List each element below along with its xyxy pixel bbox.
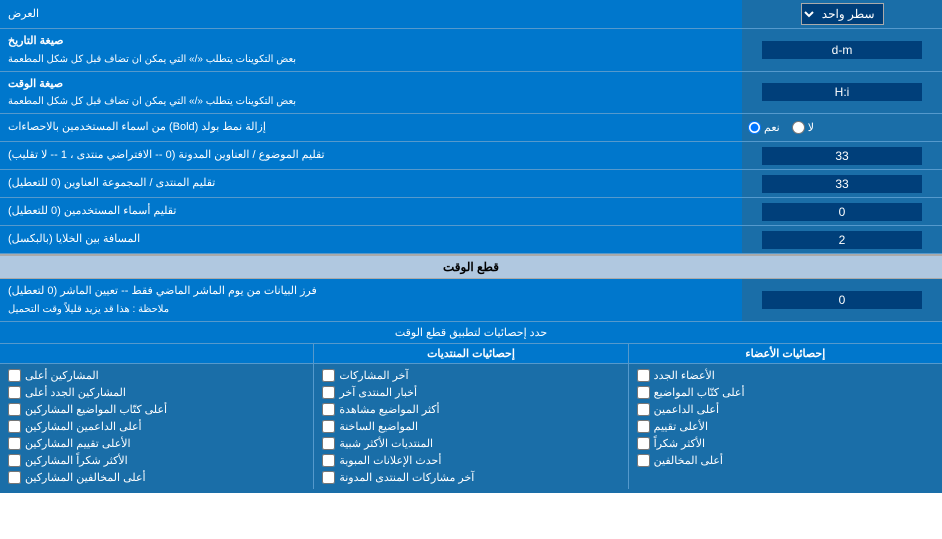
- cb-members-5[interactable]: الأكثر شكراً: [637, 435, 934, 452]
- radio-no[interactable]: [792, 121, 805, 134]
- cb-third-3[interactable]: أعلى كتّاب المواضيع المشاركين: [8, 401, 305, 418]
- cb-third-1[interactable]: المشاركين أعلى: [8, 367, 305, 384]
- cb-forums-1-input[interactable]: [322, 369, 335, 382]
- radio-yes-label[interactable]: نعم: [748, 121, 780, 134]
- cb-forums-5-input[interactable]: [322, 437, 335, 450]
- subject-trim-label: تقليم الموضوع / العناوين المدونة (0 -- ا…: [0, 142, 742, 169]
- cb-members-2[interactable]: أعلى كتّاب المواضيع: [637, 384, 934, 401]
- cb-third-3-input[interactable]: [8, 403, 21, 416]
- members-col: الأعضاء الجدد أعلى كتّاب المواضيع أعلى ا…: [628, 364, 942, 489]
- username-trim-label: تقليم أسماء المستخدمين (0 للتعطيل): [0, 198, 742, 225]
- forum-trim-input[interactable]: [762, 175, 922, 193]
- header-third: [0, 344, 313, 363]
- cb-members-3-input[interactable]: [637, 403, 650, 416]
- cb-forums-2-input[interactable]: [322, 386, 335, 399]
- cb-members-3[interactable]: أعلى الداعمين: [637, 401, 934, 418]
- forum-trim-label: تقليم المنتدى / المجموعة العناوين (0 للت…: [0, 170, 742, 197]
- cb-third-5-input[interactable]: [8, 437, 21, 450]
- time-format-input[interactable]: [762, 83, 922, 101]
- cell-distance-input[interactable]: [762, 231, 922, 249]
- cb-forums-4-input[interactable]: [322, 420, 335, 433]
- subject-trim-input[interactable]: [762, 147, 922, 165]
- header-forums: إحصائيات المنتديات: [313, 344, 627, 363]
- cb-third-2-input[interactable]: [8, 386, 21, 399]
- cell-distance-label: المسافة بين الخلايا (بالبكسل): [0, 226, 742, 253]
- cb-members-1-input[interactable]: [637, 369, 650, 382]
- section-cutoff-header: قطع الوقت: [0, 254, 942, 279]
- cb-members-6[interactable]: أعلى المخالفين: [637, 452, 934, 469]
- cb-third-4[interactable]: أعلى الداعمين المشاركين: [8, 418, 305, 435]
- cb-third-5[interactable]: الأعلى تقييم المشاركين: [8, 435, 305, 452]
- cb-third-1-input[interactable]: [8, 369, 21, 382]
- cb-forums-2[interactable]: أخبار المنتدى آخر: [322, 384, 619, 401]
- cb-forums-3-input[interactable]: [322, 403, 335, 416]
- cb-forums-6[interactable]: أحدث الإعلانات المبوبة: [322, 452, 619, 469]
- cb-members-4[interactable]: الأعلى تقييم: [637, 418, 934, 435]
- cutoff-input[interactable]: [762, 291, 922, 309]
- cutoff-label: فرز البيانات من يوم الماشر الماضي فقط --…: [0, 279, 742, 321]
- cb-third-2[interactable]: المشاركين الجدد أعلى: [8, 384, 305, 401]
- cb-members-1[interactable]: الأعضاء الجدد: [637, 367, 934, 384]
- header-members: إحصائيات الأعضاء: [628, 344, 942, 363]
- bold-label: إزالة نمط بولد (Bold) من اسماء المستخدمي…: [0, 114, 742, 141]
- date-format-input[interactable]: [762, 41, 922, 59]
- time-format-label: صيغة الوقت بعض التكوينات يتطلب «/» التي …: [0, 72, 742, 114]
- cb-third-6-input[interactable]: [8, 454, 21, 467]
- cb-members-2-input[interactable]: [637, 386, 650, 399]
- erz-label: العرض: [0, 0, 742, 28]
- forums-col: آخر المشاركات أخبار المنتدى آخر أكثر الم…: [313, 364, 627, 489]
- cb-members-4-input[interactable]: [637, 420, 650, 433]
- cb-forums-7[interactable]: آخر مشاركات المنتدى المدونة: [322, 469, 619, 486]
- cb-forums-6-input[interactable]: [322, 454, 335, 467]
- date-format-label: صيغة التاريخ بعض التكوينات يتطلب «/» الت…: [0, 29, 742, 71]
- radio-yes[interactable]: [748, 121, 761, 134]
- erz-select[interactable]: سطر واحد: [801, 3, 884, 25]
- cb-forums-5[interactable]: المنتديات الأكثر شبية: [322, 435, 619, 452]
- cb-third-7-input[interactable]: [8, 471, 21, 484]
- radio-no-label[interactable]: لا: [792, 121, 814, 134]
- cb-forums-4[interactable]: المواضيع الساخنة: [322, 418, 619, 435]
- cb-members-5-input[interactable]: [637, 437, 650, 450]
- cb-members-6-input[interactable]: [637, 454, 650, 467]
- cb-third-7[interactable]: أعلى المخالفين المشاركين: [8, 469, 305, 486]
- cb-forums-1[interactable]: آخر المشاركات: [322, 367, 619, 384]
- filter-label: حدد إحصائيات لتطبيق قطع الوقت: [0, 322, 942, 343]
- third-col: المشاركين أعلى المشاركين الجدد أعلى أعلى…: [0, 364, 313, 489]
- cb-third-6[interactable]: الأكثر شكراً المشاركين: [8, 452, 305, 469]
- cb-forums-3[interactable]: أكثر المواضيع مشاهدة: [322, 401, 619, 418]
- cb-forums-7-input[interactable]: [322, 471, 335, 484]
- username-trim-input[interactable]: [762, 203, 922, 221]
- cb-third-4-input[interactable]: [8, 420, 21, 433]
